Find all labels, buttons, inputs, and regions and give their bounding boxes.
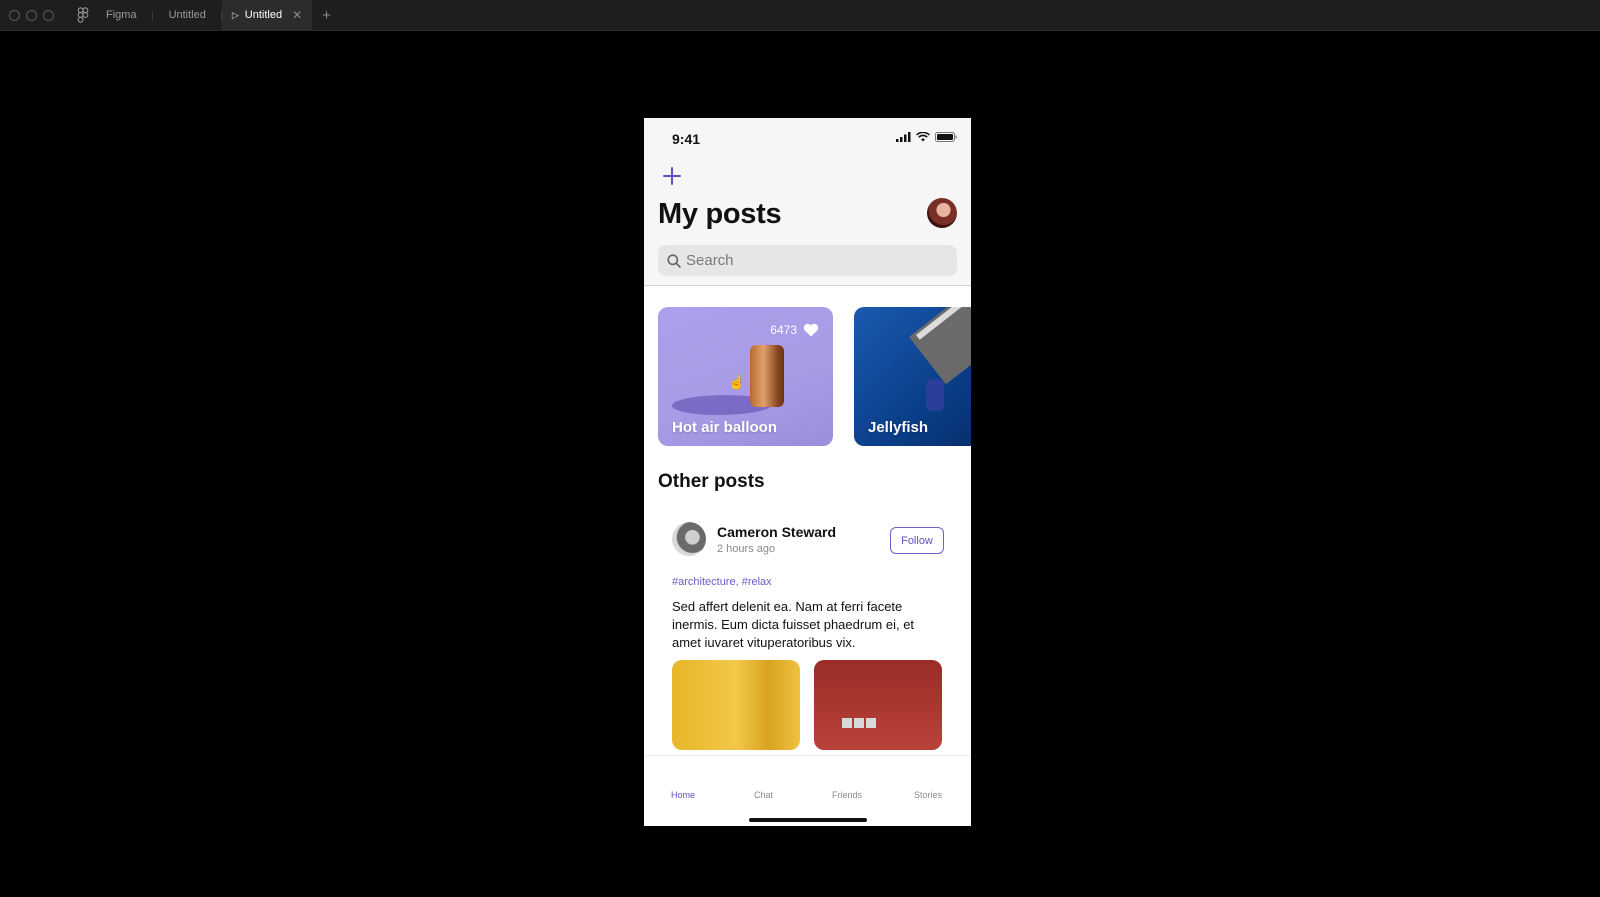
my-post-card[interactable]: 6473 Hot air balloon	[658, 307, 833, 446]
phone-frame: 9:41 My posts Search 6473 Hot air balloo…	[644, 118, 971, 826]
figma-logo-icon[interactable]	[76, 7, 90, 23]
heart-icon[interactable]	[803, 323, 819, 337]
profile-avatar[interactable]	[927, 198, 957, 228]
search-placeholder: Search	[686, 252, 734, 269]
photo-detail	[842, 718, 876, 728]
tab-untitled-prototype[interactable]: ▷ Untitled ✕	[221, 0, 313, 31]
card-title: Hot air balloon	[672, 419, 777, 436]
tab-label: Figma	[106, 9, 137, 21]
status-time: 9:41	[672, 131, 701, 147]
page-title: My posts	[658, 198, 782, 230]
post-timestamp: 2 hours ago	[717, 543, 776, 555]
post-image-detail	[926, 379, 944, 411]
home-indicator	[749, 818, 867, 822]
post-image	[750, 345, 784, 407]
tab-friends[interactable]: Friends	[832, 790, 862, 800]
feed-content: 6473 Hot air balloon 7 Jellyfish Other p…	[644, 286, 971, 826]
post-body: Sed affert delenit ea. Nam at ferri face…	[672, 599, 915, 650]
tab-home[interactable]: Home	[671, 790, 695, 800]
close-window-button[interactable]	[9, 9, 20, 21]
status-icons	[896, 132, 957, 142]
add-post-icon[interactable]	[662, 166, 682, 186]
battery-icon	[935, 132, 957, 142]
wifi-icon	[916, 132, 930, 142]
tab-figma[interactable]: Figma	[90, 0, 153, 31]
maximize-window-button[interactable]	[43, 9, 54, 21]
bottom-tab-bar: Home Chat Friends Stories	[644, 755, 971, 826]
search-icon	[667, 253, 681, 268]
window-controls	[9, 9, 54, 21]
my-post-card[interactable]: 7 Jellyfish	[854, 307, 971, 446]
likes-count: 6473	[770, 323, 819, 337]
post-photo[interactable]	[672, 660, 800, 750]
tab-label: Untitled	[168, 9, 206, 21]
hand-cursor-icon: ☝	[728, 374, 746, 390]
tab-chat[interactable]: Chat	[754, 790, 773, 800]
author-name[interactable]: Cameron Steward	[717, 524, 836, 540]
window-tab-bar: Figma Untitled ▷ Untitled ✕ +	[0, 0, 1600, 31]
signal-icon	[896, 132, 911, 142]
minimize-window-button[interactable]	[26, 9, 37, 21]
card-title: Jellyfish	[868, 419, 929, 436]
new-tab-button[interactable]: +	[322, 7, 331, 24]
author-avatar[interactable]	[672, 522, 706, 556]
play-icon: ▷	[231, 9, 239, 20]
tab-label: Untitled	[244, 9, 283, 21]
tab-untitled[interactable]: Untitled	[153, 0, 223, 31]
post-tags[interactable]: #architecture, #relax	[672, 576, 772, 588]
likes-value: 6473	[770, 323, 797, 337]
search-input[interactable]: Search	[658, 245, 957, 276]
close-tab-icon[interactable]: ✕	[292, 8, 302, 22]
tab-stories[interactable]: Stories	[914, 790, 942, 800]
section-title: Other posts	[658, 471, 765, 492]
status-bar: 9:41	[644, 118, 971, 162]
post-photo[interactable]	[814, 660, 942, 750]
follow-button[interactable]: Follow	[890, 527, 944, 554]
